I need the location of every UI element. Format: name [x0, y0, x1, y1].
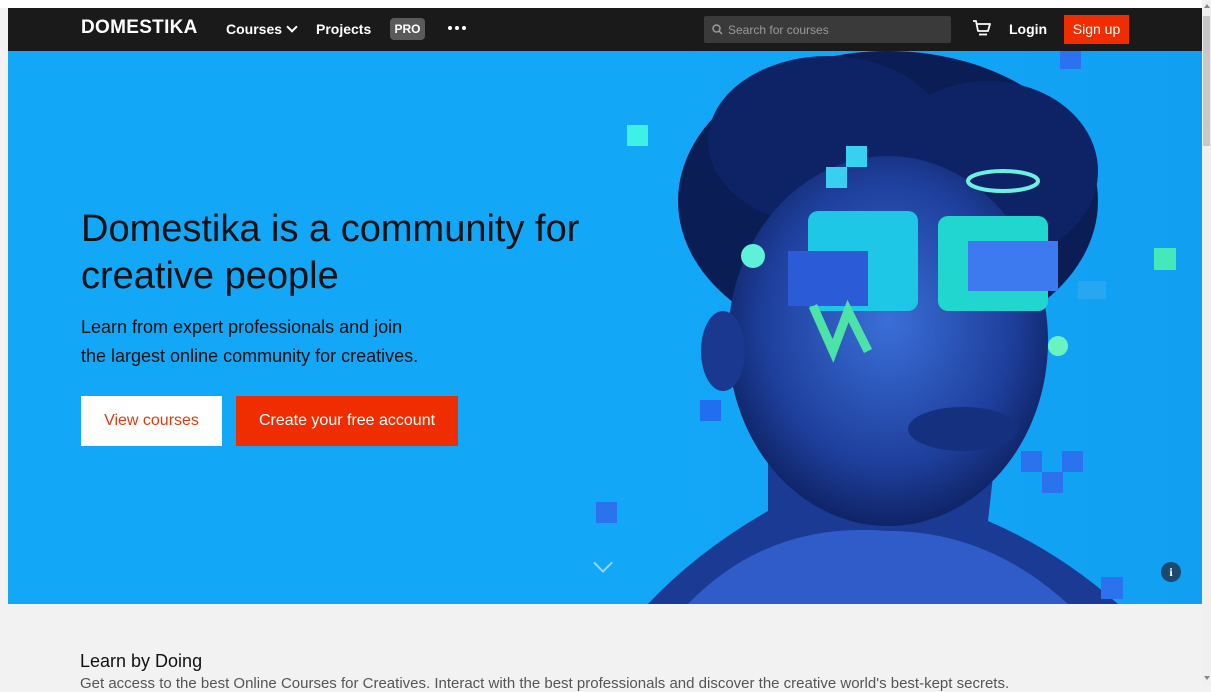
- top-navbar: DOMESTIKA Courses Projects PRO Login Sig…: [8, 8, 1202, 51]
- login-link[interactable]: Login: [1009, 21, 1047, 37]
- page-scrollbar[interactable]: [1202, 0, 1211, 686]
- window-top-edge: [0, 0, 1211, 8]
- nav-projects[interactable]: Projects: [316, 21, 371, 37]
- view-courses-button[interactable]: View courses: [81, 396, 222, 446]
- hero-title: Domestika is a community for creative pe…: [81, 208, 580, 297]
- cart-icon[interactable]: [972, 19, 992, 42]
- hero-subtitle: Learn from expert professionals and join…: [81, 313, 501, 371]
- chevron-down-icon: [286, 21, 298, 33]
- hero-section: Domestika is a community for creative pe…: [8, 51, 1202, 604]
- search-input[interactable]: [728, 16, 943, 43]
- nav-courses-label: Courses: [226, 21, 283, 37]
- signup-button[interactable]: Sign up: [1064, 15, 1129, 44]
- hero-subtitle-line-2: the largest online community for creativ…: [81, 346, 419, 366]
- more-icon[interactable]: [448, 26, 466, 30]
- create-account-button[interactable]: Create your free account: [236, 396, 458, 446]
- nav-courses[interactable]: Courses: [226, 21, 298, 37]
- learn-section-description: Get access to the best Online Courses fo…: [80, 675, 1010, 692]
- scrollbar-thumb[interactable]: [1203, 16, 1210, 146]
- pro-badge[interactable]: PRO: [390, 18, 425, 40]
- scroll-down-arrow-icon[interactable]: [1204, 676, 1210, 680]
- hero-subtitle-line-1: Learn from expert professionals and join: [81, 317, 403, 337]
- learn-section-title: Learn by Doing: [80, 651, 203, 671]
- search-icon: [712, 24, 723, 35]
- info-icon[interactable]: i: [1161, 562, 1181, 582]
- domestika-logo[interactable]: DOMESTIKA: [81, 17, 198, 39]
- search-box: [704, 16, 951, 43]
- scroll-up-arrow-icon[interactable]: [1204, 4, 1210, 8]
